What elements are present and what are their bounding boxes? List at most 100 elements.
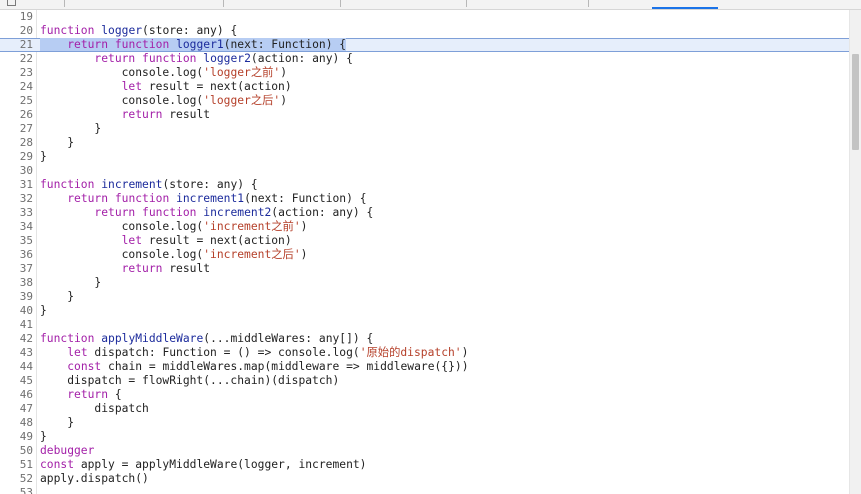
line-number[interactable]: 40 (0, 304, 33, 318)
sidebar-toggle-icon[interactable] (7, 0, 16, 6)
line-number[interactable]: 20 (0, 24, 33, 38)
line-number[interactable]: 51 (0, 458, 33, 472)
code-line[interactable]: 52 apply.dispatch() (0, 472, 849, 486)
code-line[interactable]: 37 return result (0, 262, 849, 276)
line-number[interactable]: 34 (0, 220, 33, 234)
line-number[interactable]: 50 (0, 444, 33, 458)
code-text[interactable]: } (40, 430, 47, 444)
code-text[interactable]: debugger (40, 444, 94, 458)
code-line[interactable]: 27 } (0, 122, 849, 136)
code-line[interactable]: 33 return function increment2(action: an… (0, 206, 849, 220)
line-number[interactable]: 39 (0, 290, 33, 304)
scrollbar-thumb[interactable] (852, 54, 859, 150)
code-text[interactable]: function applyMiddleWare(...middleWares:… (40, 332, 373, 346)
code-line[interactable]: 28 } (0, 136, 849, 150)
line-number[interactable]: 19 (0, 10, 33, 24)
code-text[interactable]: } (40, 150, 47, 164)
code-line[interactable]: 34 console.log('increment之前') (0, 220, 849, 234)
code-text[interactable]: } (40, 416, 74, 430)
code-text[interactable]: console.log('logger之后') (40, 94, 287, 108)
line-number[interactable]: 49 (0, 430, 33, 444)
code-line[interactable]: 43 let dispatch: Function = () => consol… (0, 346, 849, 360)
code-line[interactable]: 53 (0, 486, 849, 494)
code-text[interactable]: console.log('logger之前') (40, 66, 287, 80)
code-text[interactable]: let dispatch: Function = () => console.l… (40, 346, 468, 360)
vertical-scrollbar[interactable] (849, 10, 861, 494)
code-text[interactable]: } (40, 122, 101, 136)
line-number[interactable]: 21 (0, 39, 33, 51)
line-number[interactable]: 37 (0, 262, 33, 276)
code-line[interactable]: 35 let result = next(action) (0, 234, 849, 248)
code-line[interactable]: 44 const chain = middleWares.map(middlew… (0, 360, 849, 374)
code-text[interactable]: return function logger2(action: any) { (40, 52, 353, 66)
line-number[interactable]: 41 (0, 318, 33, 332)
code-line[interactable]: 42 function applyMiddleWare(...middleWare… (0, 332, 849, 346)
code-line[interactable]: 23 console.log('logger之前') (0, 66, 849, 80)
code-line[interactable]: 47 dispatch (0, 402, 849, 416)
code-line[interactable]: 31 function increment(store: any) { (0, 178, 849, 192)
code-text[interactable]: const chain = middleWares.map(middleware… (40, 360, 468, 374)
code-line[interactable]: 26 return result (0, 108, 849, 122)
code-line[interactable]: 30 (0, 164, 849, 178)
line-number[interactable]: 25 (0, 94, 33, 108)
code-text[interactable]: return function increment1(next: Functio… (40, 192, 366, 206)
code-line[interactable]: 51 const apply = applyMiddleWare(logger, … (0, 458, 849, 472)
code-text[interactable]: apply.dispatch() (40, 472, 149, 486)
line-number[interactable]: 28 (0, 136, 33, 150)
code-line[interactable]: 46 return { (0, 388, 849, 402)
line-number[interactable]: 46 (0, 388, 33, 402)
code-text[interactable]: } (40, 290, 74, 304)
line-number[interactable]: 30 (0, 164, 33, 178)
line-number[interactable]: 31 (0, 178, 33, 192)
line-number[interactable]: 45 (0, 374, 33, 388)
line-number[interactable]: 44 (0, 360, 33, 374)
line-number[interactable]: 24 (0, 80, 33, 94)
line-number[interactable]: 26 (0, 108, 33, 122)
code-text[interactable]: return function increment2(action: any) … (40, 206, 373, 220)
code-text[interactable]: let result = next(action) (40, 80, 292, 94)
code-line[interactable]: 50 debugger (0, 444, 849, 458)
line-number[interactable]: 42 (0, 332, 33, 346)
code-line[interactable]: 38 } (0, 276, 849, 290)
code-text[interactable]: return function logger1(next: Function) … (40, 38, 347, 51)
code-line[interactable]: 41 (0, 318, 849, 332)
code-line[interactable]: 36 console.log('increment之后') (0, 248, 849, 262)
line-number[interactable]: 48 (0, 416, 33, 430)
code-line[interactable]: 19 (0, 10, 849, 24)
code-line[interactable]: 25 console.log('logger之后') (0, 94, 849, 108)
line-number[interactable]: 27 (0, 122, 33, 136)
line-number[interactable]: 29 (0, 150, 33, 164)
code-text[interactable]: function increment(store: any) { (40, 178, 258, 192)
line-number[interactable]: 36 (0, 248, 33, 262)
code-text[interactable]: return { (40, 388, 121, 402)
line-number[interactable]: 47 (0, 402, 33, 416)
line-number[interactable]: 35 (0, 234, 33, 248)
code-line[interactable]: 21 return function logger1(next: Functio… (0, 38, 849, 52)
code-line[interactable]: 22 return function logger2(action: any) … (0, 52, 849, 66)
code-text[interactable]: console.log('increment之前') (40, 220, 308, 234)
line-number[interactable]: 22 (0, 52, 33, 66)
code-text[interactable]: let result = next(action) (40, 234, 292, 248)
code-line[interactable]: 45 dispatch = flowRight(...chain)(dispat… (0, 374, 849, 388)
active-tab-indicator[interactable] (652, 7, 718, 9)
line-number[interactable]: 43 (0, 346, 33, 360)
line-number[interactable]: 23 (0, 66, 33, 80)
code-line[interactable]: 29} (0, 150, 849, 164)
code-line[interactable]: 24 let result = next(action) (0, 80, 849, 94)
code-line[interactable]: 48 } (0, 416, 849, 430)
code-text[interactable]: const apply = applyMiddleWare(logger, in… (40, 458, 366, 472)
code-line[interactable]: 49} (0, 430, 849, 444)
code-text[interactable]: dispatch = flowRight(...chain)(dispatch) (40, 374, 339, 388)
line-number[interactable]: 32 (0, 192, 33, 206)
code-line[interactable]: 40} (0, 304, 849, 318)
line-number[interactable]: 53 (0, 486, 33, 494)
line-number[interactable]: 52 (0, 472, 33, 486)
code-text[interactable]: function logger(store: any) { (40, 24, 237, 38)
code-text[interactable]: return result (40, 262, 210, 276)
code-editor[interactable]: 19 20 function logger(store: any) {21 retu… (0, 10, 849, 494)
code-text[interactable]: console.log('increment之后') (40, 248, 308, 262)
code-text[interactable]: } (40, 304, 47, 318)
code-line[interactable]: 39 } (0, 290, 849, 304)
code-text[interactable]: return result (40, 108, 210, 122)
line-number[interactable]: 38 (0, 276, 33, 290)
